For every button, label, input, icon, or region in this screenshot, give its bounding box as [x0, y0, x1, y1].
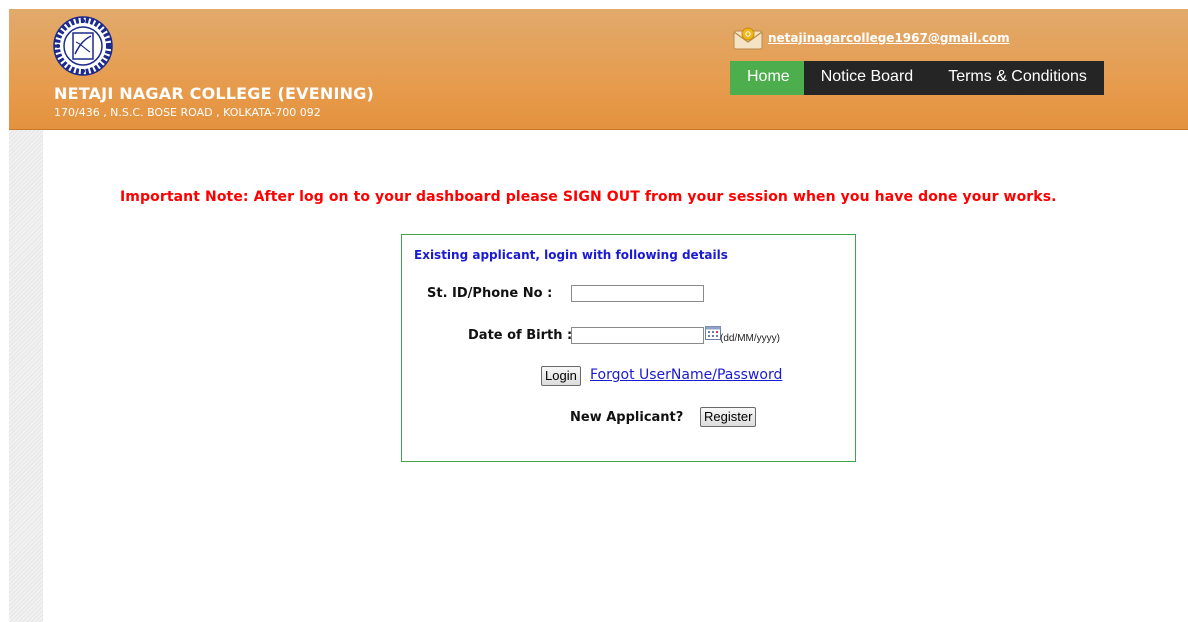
nav-terms-conditions[interactable]: Terms & Conditions: [929, 61, 1104, 95]
login-heading: Existing applicant, login with following…: [414, 248, 728, 262]
login-panel: Existing applicant, login with following…: [401, 234, 856, 462]
student-id-label: St. ID/Phone No :: [427, 286, 553, 301]
student-id-input[interactable]: [571, 285, 704, 302]
dob-format-hint: (dd/MM/yyyy): [720, 333, 780, 344]
login-button[interactable]: Login: [541, 366, 581, 386]
left-pattern-strip: [9, 130, 43, 622]
calendar-icon[interactable]: [705, 326, 721, 340]
contact-email[interactable]: netajinagarcollege1967@gmail.com: [733, 26, 1010, 50]
college-address: 170/436 , N.S.C. BOSE ROAD , KOLKATA-700…: [54, 106, 321, 119]
page: NETAJI NAGAR COLLEGE (EVENING) 170/436 ,…: [9, 9, 1188, 622]
college-name: NETAJI NAGAR COLLEGE (EVENING): [54, 84, 375, 103]
dob-input[interactable]: [571, 327, 704, 344]
forgot-password-link[interactable]: Forgot UserName/Password: [590, 367, 782, 383]
envelope-icon: [733, 27, 763, 50]
important-note: Important Note: After log on to your das…: [120, 189, 1057, 205]
college-seal-logo: [53, 16, 113, 76]
site-header: NETAJI NAGAR COLLEGE (EVENING) 170/436 ,…: [9, 9, 1188, 130]
nav-home[interactable]: Home: [730, 61, 804, 95]
register-button[interactable]: Register: [700, 407, 757, 427]
nav-notice-board[interactable]: Notice Board: [803, 61, 930, 95]
main-nav: Home Notice Board Terms & Conditions: [730, 61, 1104, 95]
email-link[interactable]: netajinagarcollege1967@gmail.com: [768, 31, 1010, 45]
dob-label: Date of Birth :: [468, 328, 573, 343]
new-applicant-label: New Applicant?: [570, 410, 684, 425]
